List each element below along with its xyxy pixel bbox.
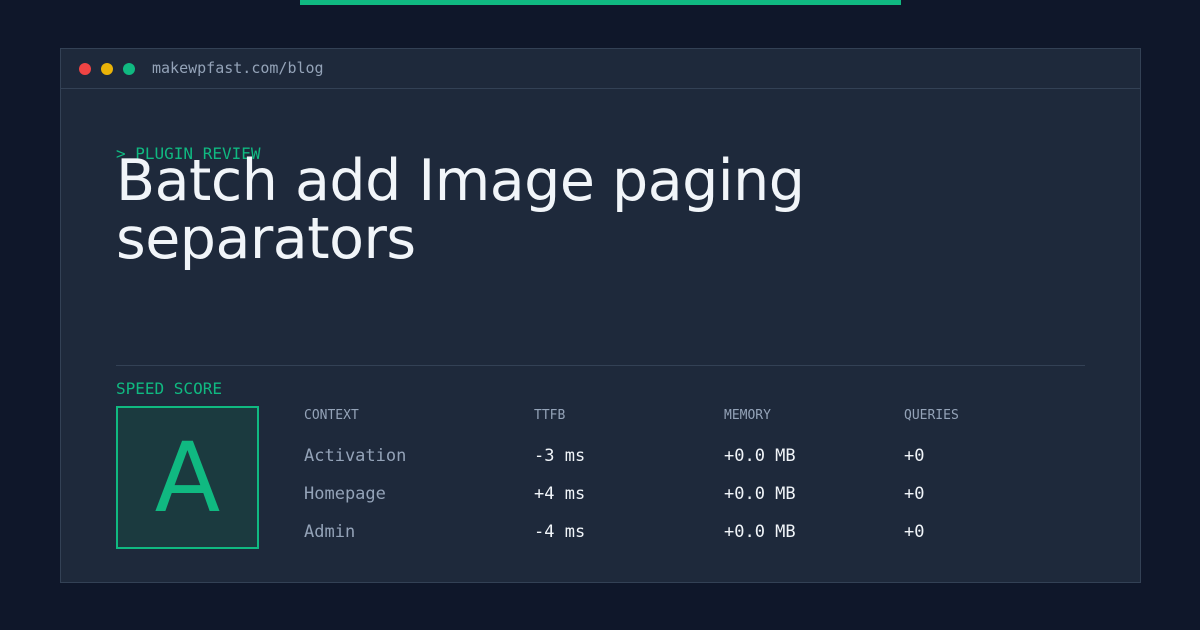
- browser-window: makewpfast.com/blog > PLUGIN REVIEW Batc…: [60, 48, 1141, 583]
- row-ttfb: +4 ms: [534, 484, 586, 504]
- speed-grade: A: [154, 421, 221, 534]
- speed-score-label: SPEED SCORE: [116, 379, 222, 398]
- column-header-memory: MEMORY: [724, 408, 771, 423]
- column-header-context: CONTEXT: [304, 408, 359, 423]
- column-header-queries: QUERIES: [904, 408, 959, 423]
- row-queries: +0: [904, 522, 925, 542]
- speed-grade-badge: A: [116, 406, 259, 549]
- section-divider: [116, 365, 1085, 366]
- row-queries: +0: [904, 446, 925, 466]
- row-context: Activation: [304, 446, 407, 466]
- column-header-ttfb: TTFB: [534, 408, 566, 423]
- article-title: Batch add Image paging separators: [116, 148, 805, 272]
- maximize-window-dot-icon[interactable]: [123, 63, 135, 75]
- top-accent-bar: [300, 0, 901, 5]
- row-ttfb: -4 ms: [534, 522, 586, 542]
- row-ttfb: -3 ms: [534, 446, 586, 466]
- minimize-window-dot-icon[interactable]: [101, 63, 113, 75]
- row-memory: +0.0 MB: [724, 484, 796, 504]
- window-titlebar: makewpfast.com/blog: [61, 49, 1140, 89]
- row-context: Homepage: [304, 484, 386, 504]
- row-memory: +0.0 MB: [724, 446, 796, 466]
- address-url[interactable]: makewpfast.com/blog: [152, 58, 324, 78]
- row-queries: +0: [904, 484, 925, 504]
- close-window-dot-icon[interactable]: [79, 63, 91, 75]
- row-context: Admin: [304, 522, 356, 542]
- row-memory: +0.0 MB: [724, 522, 796, 542]
